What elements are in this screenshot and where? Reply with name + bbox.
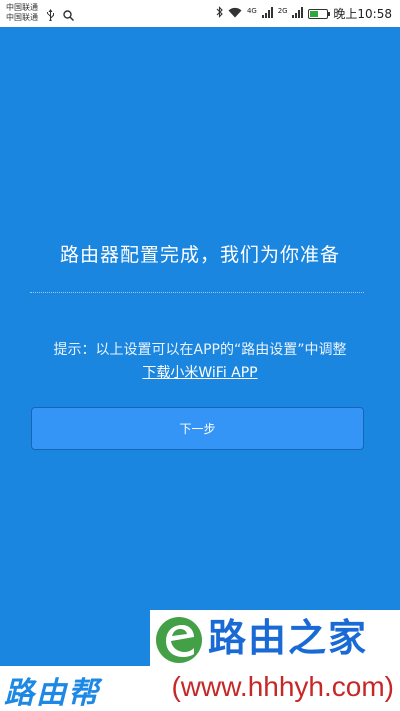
next-step-button[interactable]: 下一步 bbox=[31, 407, 364, 450]
signal-bars-2-icon bbox=[292, 6, 304, 18]
signal-4g: 4G bbox=[246, 6, 273, 21]
status-right-icons: 4G 2G 晚上10:58 bbox=[216, 5, 392, 22]
signal-2g: 2G bbox=[277, 6, 304, 21]
status-time: 晚上10:58 bbox=[333, 7, 392, 21]
download-app-link[interactable]: 下载小米WiFi APP bbox=[142, 365, 257, 381]
search-icon bbox=[63, 6, 75, 25]
page-title: 路由器配置完成，我们为你准备 bbox=[59, 244, 340, 266]
brand-name: 路由之家 bbox=[208, 616, 369, 660]
battery-icon bbox=[308, 8, 331, 19]
net-2g-label: 2G bbox=[277, 6, 288, 15]
brand-left-text: 路由帮 bbox=[4, 676, 100, 711]
net-4g-label: 4G bbox=[246, 6, 257, 15]
watermark-bottom: 路由帮 (www.hhhyh.com) bbox=[0, 666, 400, 711]
app-screen: 中国联通 中国联通 4G 2G 晚上10:58 路由器配置完成，我们为你准备 提… bbox=[0, 0, 400, 711]
battery-level bbox=[310, 10, 319, 17]
signal-bars-1-icon bbox=[261, 6, 273, 18]
carrier-2: 中国联通 bbox=[6, 13, 38, 22]
divider bbox=[30, 292, 364, 293]
carrier-1: 中国联通 bbox=[6, 3, 38, 12]
status-bar: 中国联通 中国联通 4G 2G 晚上10:58 bbox=[0, 0, 400, 27]
watermark-brand: 路由之家 bbox=[150, 610, 400, 666]
bluetooth-icon bbox=[216, 6, 223, 21]
status-left-icons bbox=[46, 6, 75, 25]
carrier-info: 中国联通 中国联通 bbox=[6, 3, 38, 23]
brand-url: (www.hhhyh.com) bbox=[171, 671, 394, 702]
hint-text: 提示：以上设置可以在APP的“路由设置”中调整 bbox=[53, 342, 347, 358]
download-app-link-wrapper: 下载小米WiFi APP bbox=[0, 362, 400, 382]
wifi-icon bbox=[228, 7, 242, 21]
brand-logo-icon bbox=[156, 617, 202, 663]
usb-icon bbox=[46, 6, 55, 25]
